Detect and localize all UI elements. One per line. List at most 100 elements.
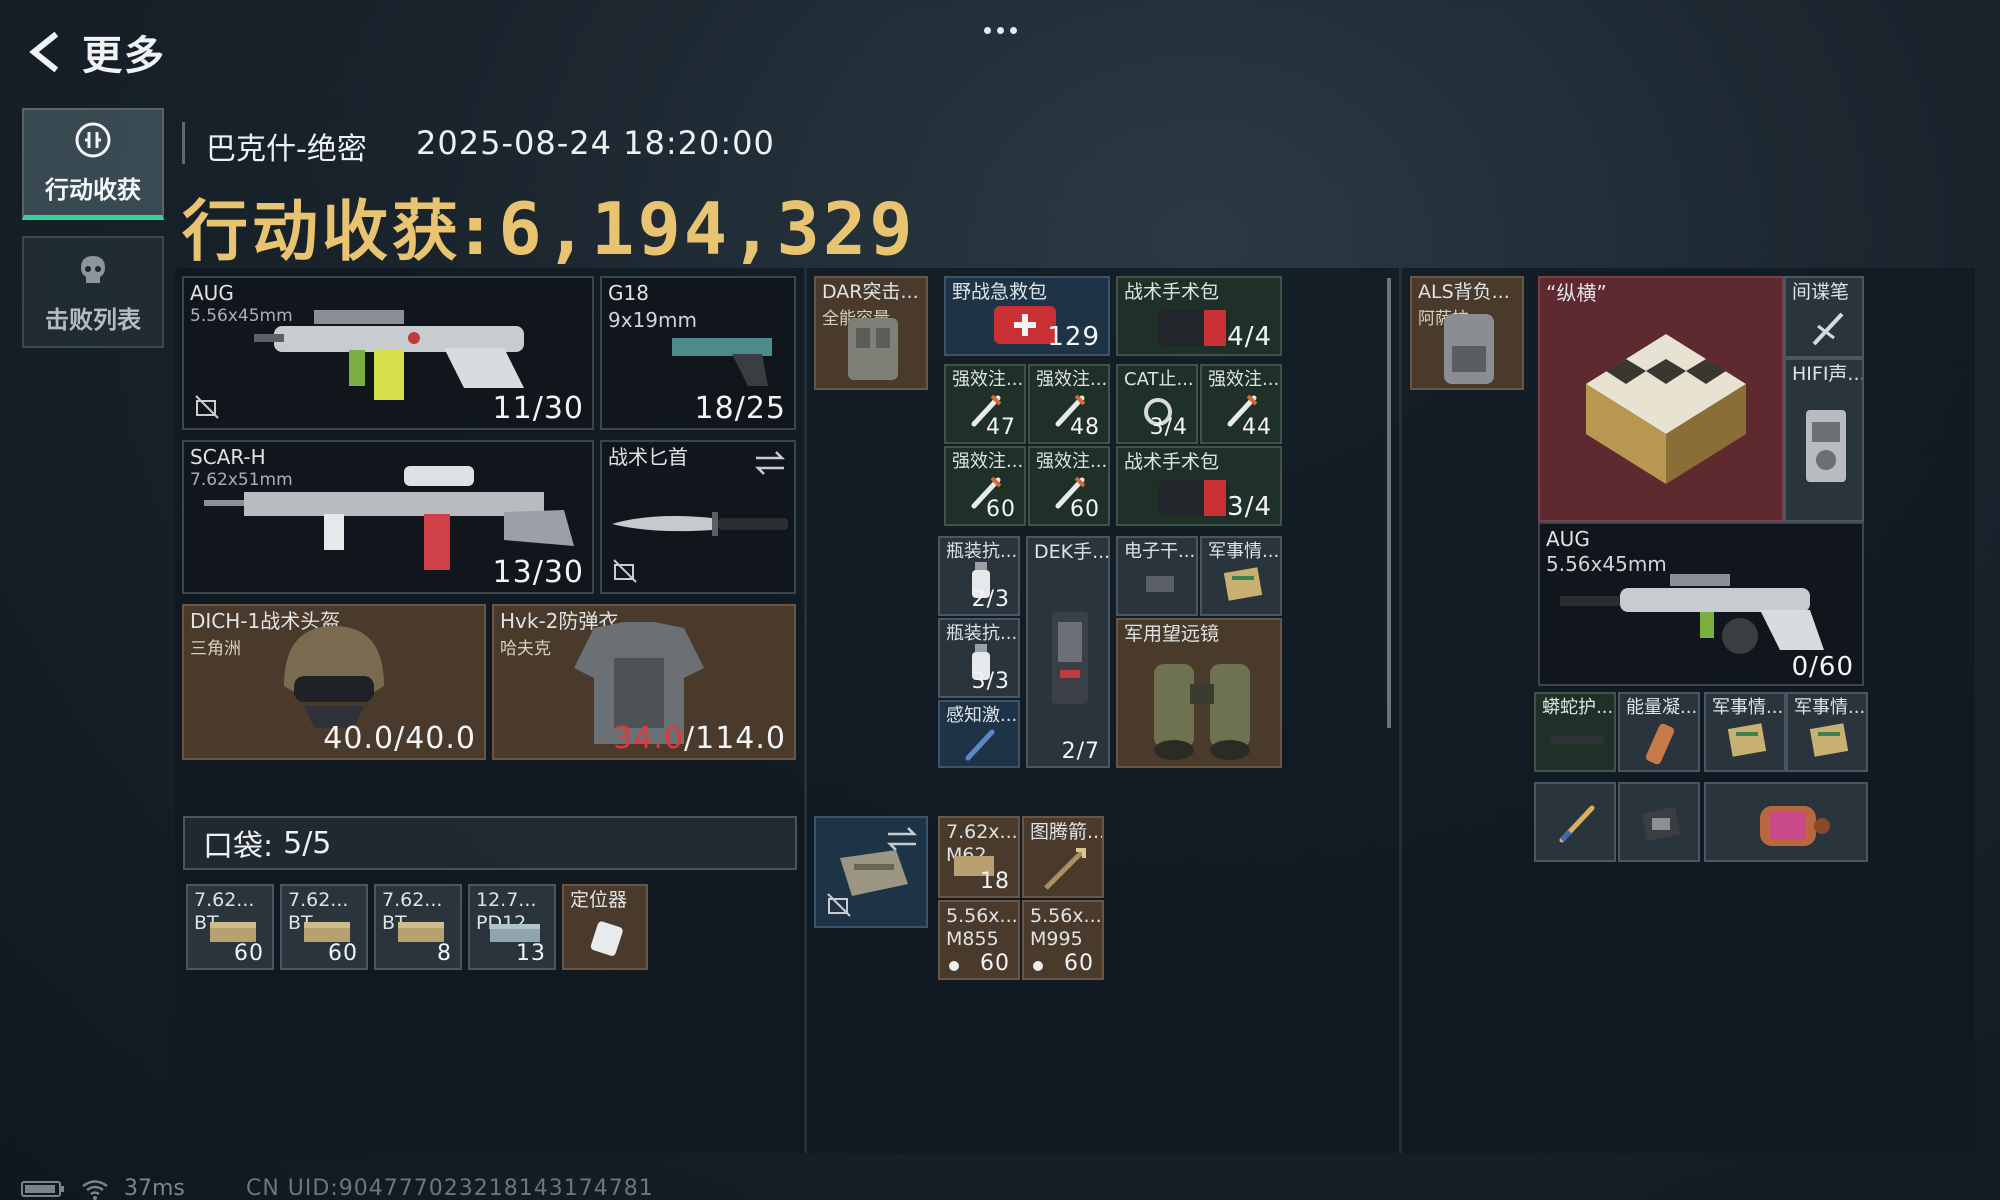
hifi-device-icon [1806, 410, 1846, 482]
item-name: 7.62... [194, 889, 255, 911]
rig-item[interactable]: 强效注... 48 [1028, 364, 1110, 444]
item-name: 7.62... [288, 889, 349, 911]
item-name: HIFI声... [1792, 363, 1864, 385]
rig-item[interactable]: DEK手... 2/7 [1026, 536, 1110, 768]
item-name: 战术手术包 [1124, 451, 1220, 473]
primary-weapon-slot[interactable]: AUG 5.56x45mm 11/30 [182, 276, 594, 430]
item-name: 强效注... [1036, 369, 1108, 390]
pocket-item[interactable]: 7.62... BT 8 [374, 884, 462, 970]
backpack-item[interactable] [1534, 782, 1616, 862]
rig-item[interactable]: 强效注... 60 [1028, 446, 1110, 526]
backpack-item[interactable] [1704, 782, 1868, 862]
backpack-item[interactable]: 军事情... [1704, 692, 1786, 772]
rig-item[interactable]: 军事情... [1200, 536, 1282, 616]
item-name: 战术手术包 [1124, 281, 1220, 303]
backpack-icon [1444, 314, 1494, 384]
backpack-item[interactable]: HIFI声... [1784, 358, 1864, 522]
melee-slot[interactable]: 战术匕首 [600, 440, 796, 594]
battery-icon [21, 1180, 64, 1197]
item-count: 60 [1070, 497, 1100, 522]
item-name: AUG [1546, 527, 1590, 551]
secondary-weapon-slot[interactable]: SCAR-H 7.62x51mm 13/30 [182, 440, 594, 594]
item-count: 47 [986, 415, 1016, 440]
sidearm-slot[interactable]: G18 9x19mm 18/25 [600, 276, 796, 430]
rig-item[interactable]: 强效注... 60 [944, 446, 1026, 526]
tab-kill-list[interactable]: 击败列表 [22, 236, 164, 348]
item-count: 13 [516, 941, 546, 966]
melee-name: 战术匕首 [608, 445, 688, 469]
chest-rig-slot[interactable]: DAR突击... 全能容量 [814, 276, 928, 390]
armor-slot[interactable]: Hvk-2防弹衣 哈夫克 34.0/114.0 [492, 604, 796, 760]
back-button[interactable]: 更多 [24, 28, 184, 79]
item-name: 军用望远镜 [1124, 623, 1220, 645]
rig-item[interactable]: 军用望远镜 [1116, 618, 1282, 768]
item-name: 强效注... [1208, 369, 1280, 390]
pocket-item[interactable]: 定位器 [562, 884, 648, 970]
item-count: 3/4 [1227, 492, 1272, 522]
case-item[interactable]: 7.62x... M62 18 [938, 816, 1020, 898]
case-item[interactable]: 5.56x... M855 60 [938, 900, 1020, 980]
wifi-icon [82, 1179, 108, 1200]
item-name: 军事情... [1794, 697, 1866, 718]
pocket-item[interactable]: 7.62... BT 60 [280, 884, 368, 970]
chest-rig-icon [848, 318, 898, 380]
backpack-item[interactable]: 蟒蛇护... [1534, 692, 1616, 772]
item-name: 蟒蛇护... [1542, 697, 1614, 718]
item-name: 5.56x... [946, 905, 1018, 927]
item-count: 2/3 [971, 587, 1010, 612]
backpack-item[interactable] [1618, 782, 1700, 862]
rig-item[interactable]: 瓶装抗... 3/3 [938, 618, 1020, 698]
item-name: 电子干... [1124, 541, 1196, 562]
armor-durability-max: /114.0 [684, 721, 786, 756]
tab-operation-gains[interactable]: 行动收获 [22, 108, 164, 220]
case-item[interactable]: 5.56x... M995 60 [1022, 900, 1104, 980]
rig-item[interactable]: 战术手术包 4/4 [1116, 276, 1282, 356]
backpack-item[interactable]: 间谍笔 [1784, 276, 1864, 358]
item-count: 8 [437, 941, 452, 966]
backpack-item[interactable]: AUG 5.56x45mm 0/60 [1538, 522, 1864, 686]
backpack-item[interactable]: 能量凝... [1618, 692, 1700, 772]
energy-gel-icon [1645, 723, 1675, 765]
rig-item[interactable]: 强效注... 47 [944, 364, 1026, 444]
helmet-slot[interactable]: DICH-1战术头盔 三角洲 40.0/40.0 [182, 604, 486, 760]
snake-guard-icon [1550, 736, 1604, 744]
locator-icon [590, 921, 623, 956]
item-name: 间谍笔 [1792, 281, 1850, 303]
item-name: “纵横” [1546, 281, 1607, 305]
pistol-icon [672, 338, 772, 386]
injector-icon [1559, 805, 1595, 843]
armor-durability-current: 34.0 [613, 721, 684, 756]
rig-item[interactable]: 瓶装抗... 2/3 [938, 536, 1020, 616]
item-count: 44 [1242, 415, 1272, 440]
case-item[interactable]: 图腾箭... [1022, 816, 1104, 898]
weapon-name: G18 [608, 281, 649, 305]
item-count: 60 [328, 941, 358, 966]
rig-name: DAR突击... [822, 281, 919, 303]
item-count: 60 [980, 951, 1010, 976]
rig-item[interactable]: 电子干... [1116, 536, 1198, 616]
backpack-item[interactable]: 军事情... [1786, 692, 1868, 772]
more-options-button[interactable] [975, 12, 1025, 48]
operation-timestamp: 2025-08-24 18:20:00 [416, 124, 775, 162]
item-name: 7.62... [382, 889, 443, 911]
assault-rifle-icon [254, 310, 524, 400]
pocket-label: 口袋: [203, 829, 274, 864]
item-name: 12.7... [476, 889, 537, 911]
pocket-item[interactable]: 12.7... PD12 13 [468, 884, 556, 970]
ammo-count: 11/30 [492, 391, 584, 426]
item-name: 7.62x... [946, 821, 1018, 843]
rig-item[interactable]: CAT止... 3/4 [1116, 364, 1198, 444]
rig-item[interactable]: 野战急救包 129 [944, 276, 1110, 356]
backpack-item[interactable]: “纵横” [1538, 276, 1784, 522]
intel-document-icon [1809, 723, 1849, 757]
rig-item[interactable]: 感知激... [938, 700, 1020, 768]
scrollbar[interactable] [1387, 278, 1391, 728]
backpack-slot[interactable]: ALS背负... 阿萨拉 [1410, 276, 1524, 390]
item-sub: M855 [946, 928, 999, 950]
rig-item[interactable]: 战术手术包 3/4 [1116, 446, 1282, 526]
pocket-item[interactable]: 7.62... BT 60 [186, 884, 274, 970]
rig-item[interactable]: 强效注... 44 [1200, 364, 1282, 444]
secure-case-slot[interactable] [814, 816, 928, 928]
helmet-icon [284, 626, 384, 728]
ammo-dot-icon [1033, 961, 1043, 971]
